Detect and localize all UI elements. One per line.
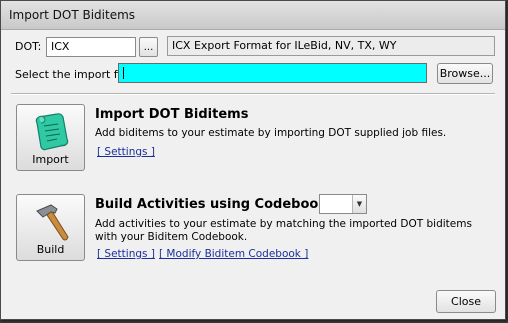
import-description: Add biditems to your estimate by importi… (95, 127, 447, 139)
title-bar[interactable]: Import DOT Biditems (1, 1, 505, 30)
import-file-label: Select the import file: (15, 68, 135, 81)
chevron-down-icon[interactable]: ▼ (352, 195, 366, 213)
window-title: Import DOT Biditems (9, 8, 136, 22)
import-heading: Import DOT Biditems (95, 107, 249, 122)
import-settings-link[interactable]: [ Settings ] (97, 146, 155, 158)
import-file-field[interactable] (118, 63, 427, 83)
close-button[interactable]: Close (436, 290, 496, 313)
import-button[interactable]: Import (16, 104, 85, 171)
build-settings-link[interactable]: [ Settings ] (97, 248, 155, 260)
divider (11, 93, 495, 95)
dot-field[interactable]: ICX (46, 37, 136, 57)
build-button[interactable]: Build (16, 194, 85, 261)
hammer-icon (36, 204, 69, 241)
browse-button[interactable]: Browse... (437, 63, 493, 84)
dot-browse-button[interactable]: ... (139, 37, 158, 57)
scroll-icon (35, 113, 69, 151)
import-button-label: Import (32, 153, 69, 166)
modify-codebook-link[interactable]: [ Modify Biditem Codebook ] (159, 248, 308, 260)
import-dot-biditems-dialog: Import DOT Biditems DOT: ICX ... ICX Exp… (0, 0, 506, 320)
text-cursor (123, 67, 124, 79)
codebook-dropdown[interactable]: ▼ (319, 194, 367, 214)
dot-format-display: ICX Export Format for ILeBid, NV, TX, WY (167, 36, 495, 56)
build-button-label: Build (36, 243, 65, 256)
build-description: Add activities to your estimate by match… (95, 218, 472, 243)
build-heading: Build Activities using Codebook (95, 197, 327, 212)
dot-label: DOT: (15, 40, 42, 53)
